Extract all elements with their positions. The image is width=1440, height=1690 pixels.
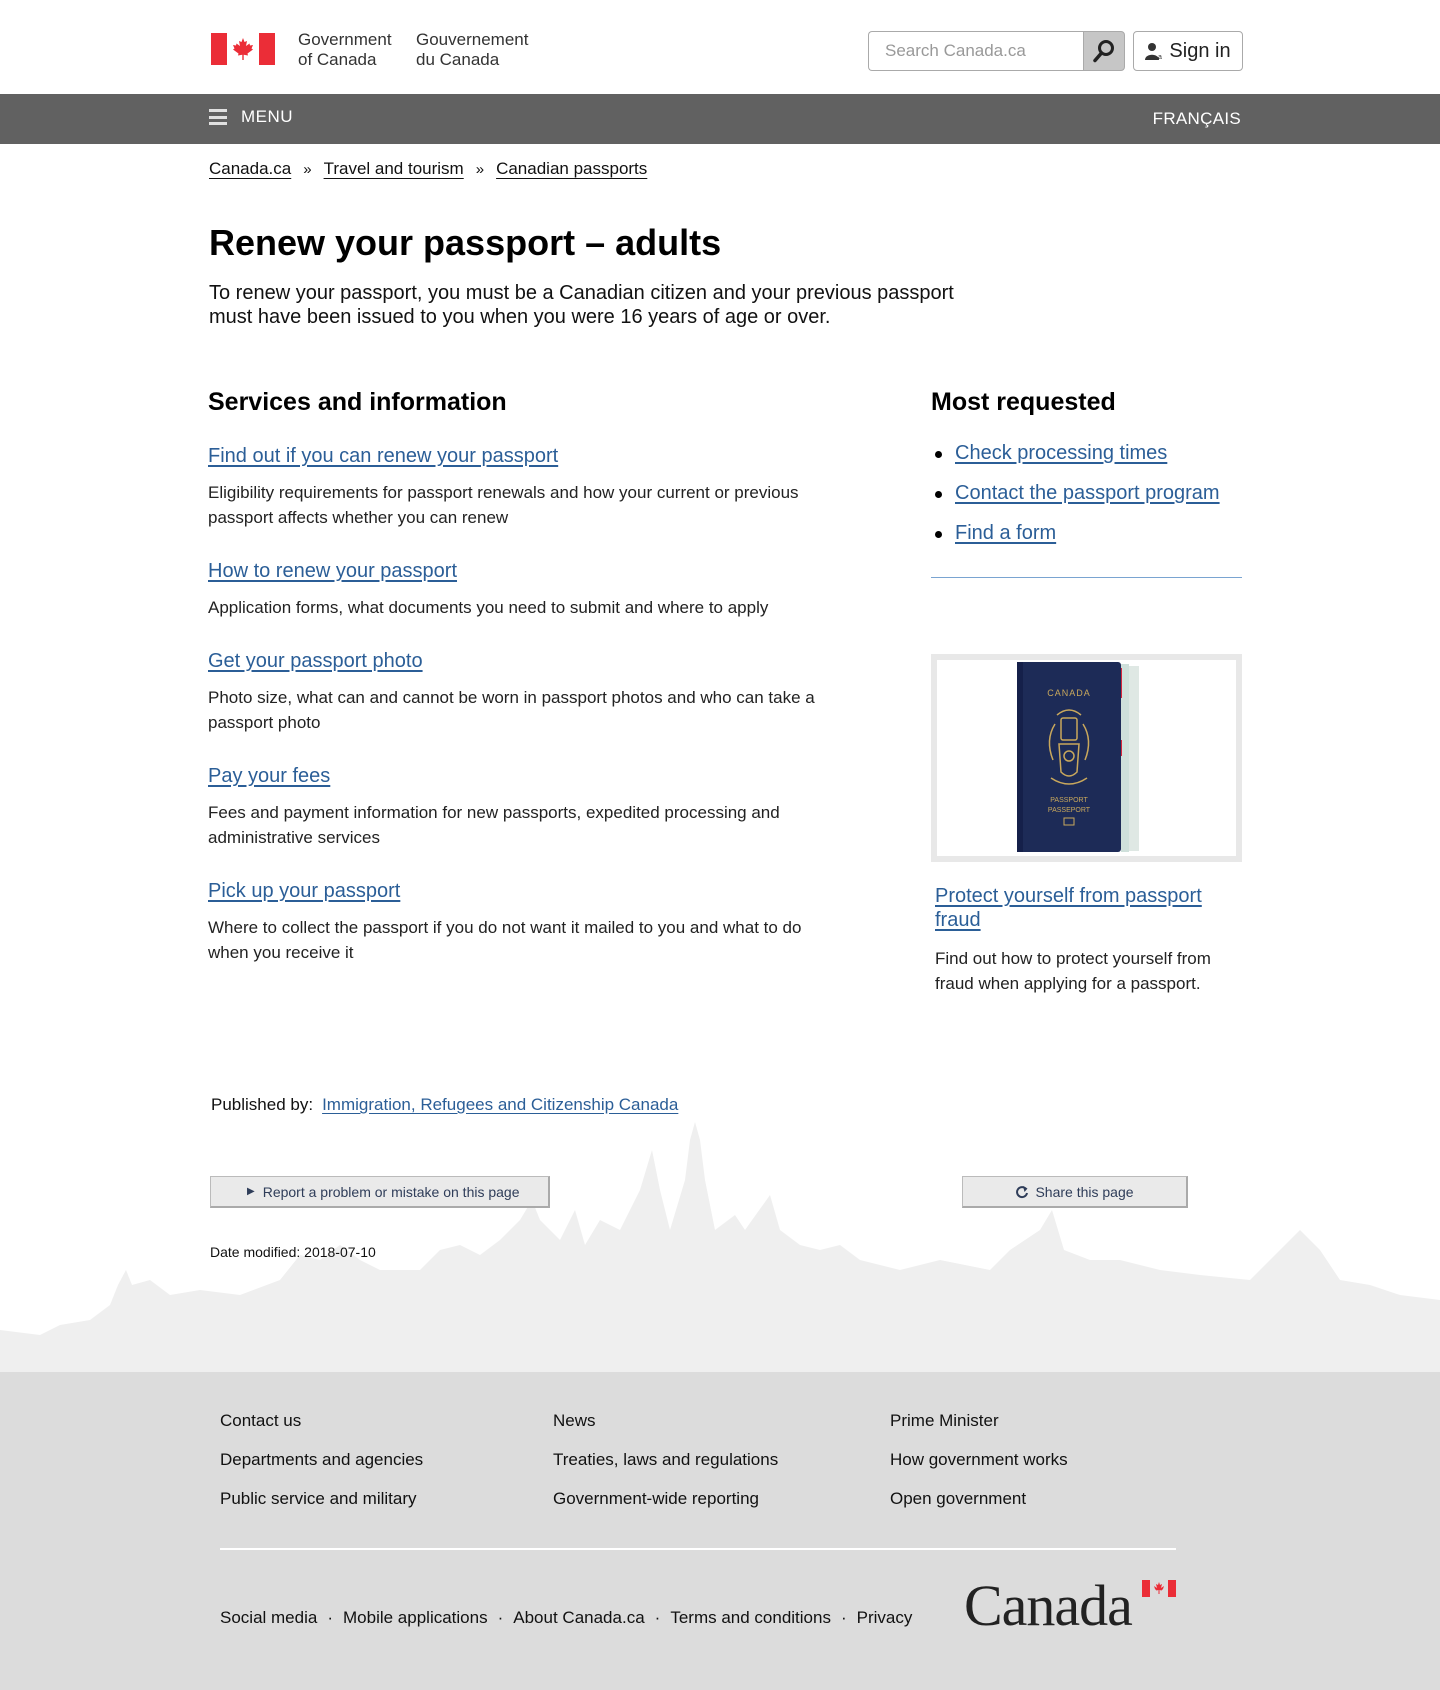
language-toggle[interactable]: FRANÇAIS: [1153, 109, 1241, 129]
triangle-right-icon: ▶: [247, 1186, 255, 1197]
hamburger-icon: [209, 109, 227, 125]
most-requested-processing-times[interactable]: Check processing times: [955, 442, 1167, 464]
breadcrumb-item-canada[interactable]: Canada.ca: [209, 159, 291, 179]
footer-link[interactable]: News: [553, 1410, 778, 1432]
section-divider: [931, 577, 1242, 578]
service-link-pickup[interactable]: Pick up your passport: [208, 880, 400, 903]
list-item: Check processing times: [931, 441, 1242, 465]
signature-fr-line2: du Canada: [416, 50, 500, 69]
footer-bottom-links: Social media · Mobile applications · Abo…: [220, 1608, 912, 1628]
menu-label: MENU: [241, 107, 294, 126]
most-requested-contact[interactable]: Contact the passport program: [955, 482, 1220, 504]
service-link-fees[interactable]: Pay your fees: [208, 765, 330, 788]
signature-en-line1: Government: [298, 30, 392, 49]
breadcrumb: Canada.ca » Travel and tourism » Canadia…: [209, 159, 647, 179]
share-page-label: Share this page: [1035, 1183, 1134, 1200]
most-requested-heading: Most requested: [931, 388, 1116, 416]
search-icon: [1093, 40, 1114, 63]
sign-in-label: Sign in: [1169, 39, 1231, 62]
service-item: Pick up your passport Where to collect t…: [208, 880, 828, 965]
footer-link-privacy[interactable]: Privacy: [857, 1608, 913, 1628]
signature-en-line2: of Canada: [298, 50, 377, 69]
breadcrumb-separator: »: [303, 160, 312, 178]
canada-wordmark: Canada: [964, 1573, 1176, 1638]
breadcrumb-separator: »: [475, 160, 485, 178]
service-item: How to renew your passport Application f…: [208, 560, 828, 620]
service-link-eligibility[interactable]: Find out if you can renew your passport: [208, 445, 558, 468]
footer-column: News Treaties, laws and regulations Gove…: [553, 1410, 778, 1527]
most-requested-section: Most requested Check processing times Co…: [931, 388, 1242, 578]
passport-country-text: CANADA: [1047, 688, 1091, 698]
most-requested-list: Check processing times Contact the passp…: [931, 441, 1242, 545]
government-signature-fr[interactable]: Gouvernement du Canada: [416, 30, 528, 70]
search-button[interactable]: [1083, 31, 1125, 71]
search-input[interactable]: Search Canada.ca: [868, 31, 1084, 71]
site-header: Government of Canada Gouvernement du Can…: [0, 0, 1440, 94]
breadcrumb-item-passports[interactable]: Canadian passports: [496, 159, 647, 179]
footer-link[interactable]: Government-wide reporting: [553, 1488, 778, 1510]
breadcrumb-item-travel[interactable]: Travel and tourism: [324, 159, 464, 179]
service-description: Fees and payment information for new pas…: [208, 803, 780, 847]
list-item: Find a form: [931, 521, 1242, 545]
passport-image[interactable]: CANADA PASSPORT PASSEPORT: [931, 654, 1242, 862]
footer-divider: [220, 1548, 1176, 1550]
service-item: Find out if you can renew your passport …: [208, 445, 828, 530]
menu-button[interactable]: MENU: [209, 107, 293, 127]
passport-label-en: PASSPORT: [1050, 797, 1088, 804]
most-requested-find-form[interactable]: Find a form: [955, 522, 1056, 544]
list-item: Contact the passport program: [931, 481, 1242, 505]
footer-link-terms[interactable]: Terms and conditions: [670, 1608, 831, 1628]
separator-dot: ·: [840, 1608, 847, 1627]
report-problem-button[interactable]: ▶ Report a problem or mistake on this pa…: [210, 1176, 550, 1208]
service-description: Where to collect the passport if you do …: [208, 918, 802, 962]
separator-dot: ·: [327, 1608, 333, 1627]
page-title: Renew your passport – adults: [209, 222, 722, 263]
services-section: Services and information Find out if you…: [208, 388, 828, 965]
footer-link[interactable]: Contact us: [220, 1410, 423, 1432]
sign-in-button[interactable]: a Sign in: [1133, 31, 1243, 71]
footer-link[interactable]: Open government: [890, 1488, 1068, 1510]
site-footer: Contact us Departments and agencies Publ…: [0, 1372, 1440, 1690]
footer-link[interactable]: Public service and military: [220, 1488, 423, 1510]
separator-dot: ·: [654, 1608, 661, 1627]
footer-link[interactable]: Treaties, laws and regulations: [553, 1449, 778, 1471]
publisher-link[interactable]: Immigration, Refugees and Citizenship Ca…: [322, 1095, 678, 1115]
services-heading: Services and information: [208, 388, 507, 416]
service-description: Photo size, what can and cannot be worn …: [208, 688, 815, 732]
share-icon: [1016, 1185, 1029, 1198]
service-item: Get your passport photo Photo size, what…: [208, 650, 828, 735]
footer-column: Contact us Departments and agencies Publ…: [220, 1410, 423, 1527]
wordmark-text: Canada: [964, 1573, 1133, 1638]
date-modified: Date modified: 2018-07-10: [210, 1244, 376, 1260]
footer-link-about[interactable]: About Canada.ca: [513, 1608, 644, 1628]
government-signature-en[interactable]: Government of Canada: [298, 30, 392, 70]
service-description: Eligibility requirements for passport re…: [208, 483, 799, 527]
share-page-button[interactable]: Share this page: [962, 1176, 1188, 1208]
footer-column: Prime Minister How government works Open…: [890, 1410, 1068, 1527]
footer-link-mobile-apps[interactable]: Mobile applications: [343, 1608, 488, 1628]
published-label: Published by:: [211, 1095, 314, 1114]
footer-link-social-media[interactable]: Social media: [220, 1608, 317, 1628]
signature-fr-line1: Gouvernement: [416, 30, 529, 49]
user-icon: a: [1145, 43, 1162, 60]
main-menu-bar: MENU FRANÇAIS: [0, 94, 1440, 144]
report-problem-label: Report a problem or mistake on this page: [262, 1183, 520, 1200]
wordmark-flag-icon: [1142, 1580, 1176, 1597]
service-item: Pay your fees Fees and payment informati…: [208, 765, 828, 850]
fraud-protection-link[interactable]: Protect yourself from passport fraud: [935, 885, 1202, 931]
page-intro: To renew your passport, you must be a Ca…: [209, 282, 954, 328]
published-by: Published by: Immigration, Refugees and …: [211, 1095, 678, 1115]
canada-flag-icon[interactable]: [211, 33, 275, 65]
service-description: Application forms, what documents you ne…: [208, 598, 769, 617]
footer-link[interactable]: Prime Minister: [890, 1410, 1068, 1432]
footer-link[interactable]: Departments and agencies: [220, 1449, 423, 1471]
feature-link-container: Protect yourself from passport fraud: [935, 884, 1225, 932]
separator-dot: ·: [497, 1608, 504, 1627]
svg-text:a: a: [1158, 54, 1162, 60]
service-link-photo[interactable]: Get your passport photo: [208, 650, 423, 673]
service-link-how-to-renew[interactable]: How to renew your passport: [208, 560, 457, 583]
passport-label-fr: PASSEPORT: [1048, 807, 1091, 814]
feature-description: Find out how to protect yourself from fr…: [935, 949, 1211, 993]
footer-link[interactable]: How government works: [890, 1449, 1068, 1471]
